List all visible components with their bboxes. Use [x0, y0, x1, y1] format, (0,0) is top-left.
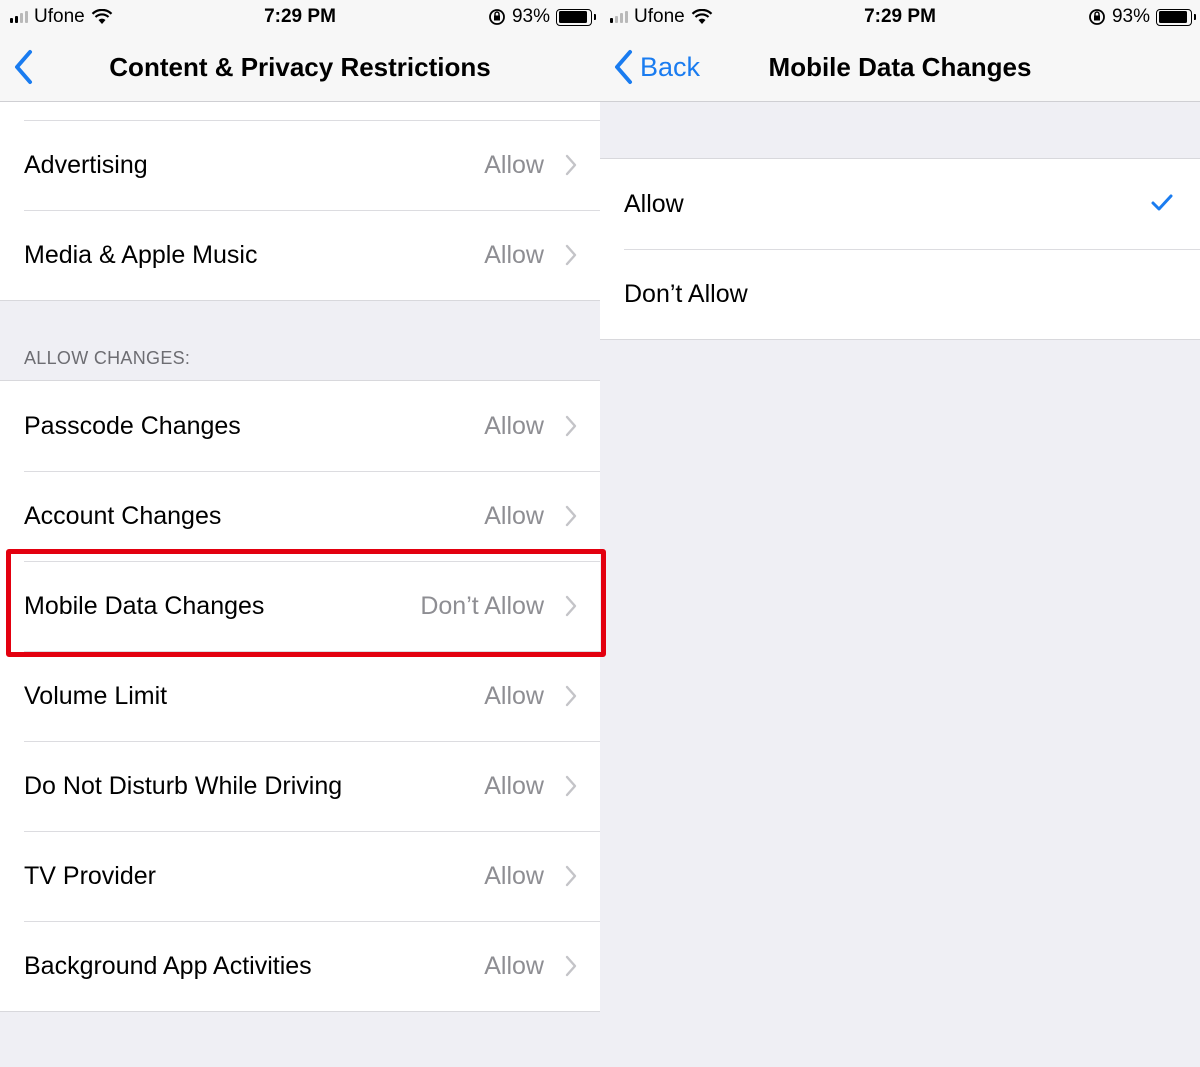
mobile-data-changes-screen: Ufone 7:29 PM 93% Back Mobile Data Chang… — [600, 0, 1200, 1067]
section-header-allow-changes: ALLOW CHANGES: — [24, 348, 191, 368]
settings-row-tv-provider[interactable]: TV Provider Allow — [0, 831, 600, 921]
battery-fill — [1158, 11, 1188, 23]
battery-fill — [558, 11, 588, 23]
status-right: 93% — [488, 6, 596, 28]
status-right: 93% — [1088, 6, 1196, 28]
row-value: Allow — [484, 501, 544, 530]
row-label: Account Changes — [24, 501, 222, 530]
status-bar: Ufone 7:29 PM 93% — [600, 0, 1200, 34]
settings-row-advertising[interactable]: Advertising Allow — [0, 120, 600, 210]
top-settings-group: Advertising Allow Media & Apple Music Al… — [0, 102, 600, 301]
option-label: Don’t Allow — [624, 279, 748, 308]
chevron-right-icon — [565, 685, 577, 707]
chevron-right-icon — [565, 505, 577, 527]
row-label: Volume Limit — [24, 681, 168, 710]
settings-row-passcode-changes[interactable]: Passcode Changes Allow — [0, 381, 600, 471]
row-label: Advertising — [24, 150, 148, 179]
chevron-right-icon — [565, 775, 577, 797]
row-label: TV Provider — [24, 861, 156, 890]
status-bar: Ufone 7:29 PM 93% — [0, 0, 600, 34]
options-group: Allow Don’t Allow — [600, 158, 1200, 340]
row-value: Allow — [484, 951, 544, 980]
option-dont-allow[interactable]: Don’t Allow — [600, 249, 1200, 339]
nav-bar: Content & Privacy Restrictions — [0, 34, 600, 102]
chevron-right-icon — [565, 865, 577, 887]
chevron-right-icon — [565, 415, 577, 437]
chevron-right-icon — [565, 154, 577, 176]
row-label: Do Not Disturb While Driving — [24, 771, 343, 800]
row-label: Media & Apple Music — [24, 240, 258, 269]
option-allow[interactable]: Allow — [600, 159, 1200, 249]
row-value: Don’t Allow — [420, 591, 544, 620]
scrolled-row-partial — [0, 102, 600, 120]
settings-row-do-not-disturb-while-driving[interactable]: Do Not Disturb While Driving Allow — [0, 741, 600, 831]
settings-row-background-app-activities[interactable]: Background App Activities Allow — [0, 921, 600, 1011]
allow-changes-group: Passcode Changes Allow Account Changes A… — [0, 380, 600, 1012]
nav-bar: Back Mobile Data Changes — [600, 34, 1200, 102]
screens: Ufone 7:29 PM 93% Content & Privacy Rest… — [0, 0, 1200, 1067]
content-privacy-screen: Ufone 7:29 PM 93% Content & Privacy Rest… — [0, 0, 600, 1067]
battery-icon — [556, 8, 596, 26]
settings-row-media-apple-music[interactable]: Media & Apple Music Allow — [0, 210, 600, 300]
row-value: Allow — [484, 240, 544, 269]
chevron-right-icon — [565, 955, 577, 977]
page-title: Mobile Data Changes — [768, 52, 1032, 82]
row-label: Background App Activities — [24, 951, 312, 980]
battery-icon — [1156, 8, 1196, 26]
row-value: Allow — [484, 411, 544, 440]
row-value: Allow — [484, 681, 544, 710]
row-value: Allow — [484, 771, 544, 800]
orientation-lock-icon — [489, 9, 505, 25]
settings-row-mobile-data-changes[interactable]: Mobile Data Changes Don’t Allow — [0, 561, 600, 651]
orientation-lock-icon — [1089, 9, 1105, 25]
chevron-right-icon — [565, 244, 577, 266]
battery-percent: 93% — [511, 6, 550, 27]
row-label: Passcode Changes — [24, 411, 241, 440]
settings-row-volume-limit[interactable]: Volume Limit Allow — [0, 651, 600, 741]
row-value: Allow — [484, 150, 544, 179]
checkmark-icon — [1151, 194, 1173, 211]
row-value: Allow — [484, 861, 544, 890]
option-label: Allow — [624, 189, 684, 218]
page-title: Content & Privacy Restrictions — [109, 52, 491, 82]
chevron-right-icon — [565, 595, 577, 617]
settings-row-account-changes[interactable]: Account Changes Allow — [0, 471, 600, 561]
row-label: Mobile Data Changes — [24, 591, 265, 620]
battery-percent: 93% — [1111, 6, 1150, 27]
